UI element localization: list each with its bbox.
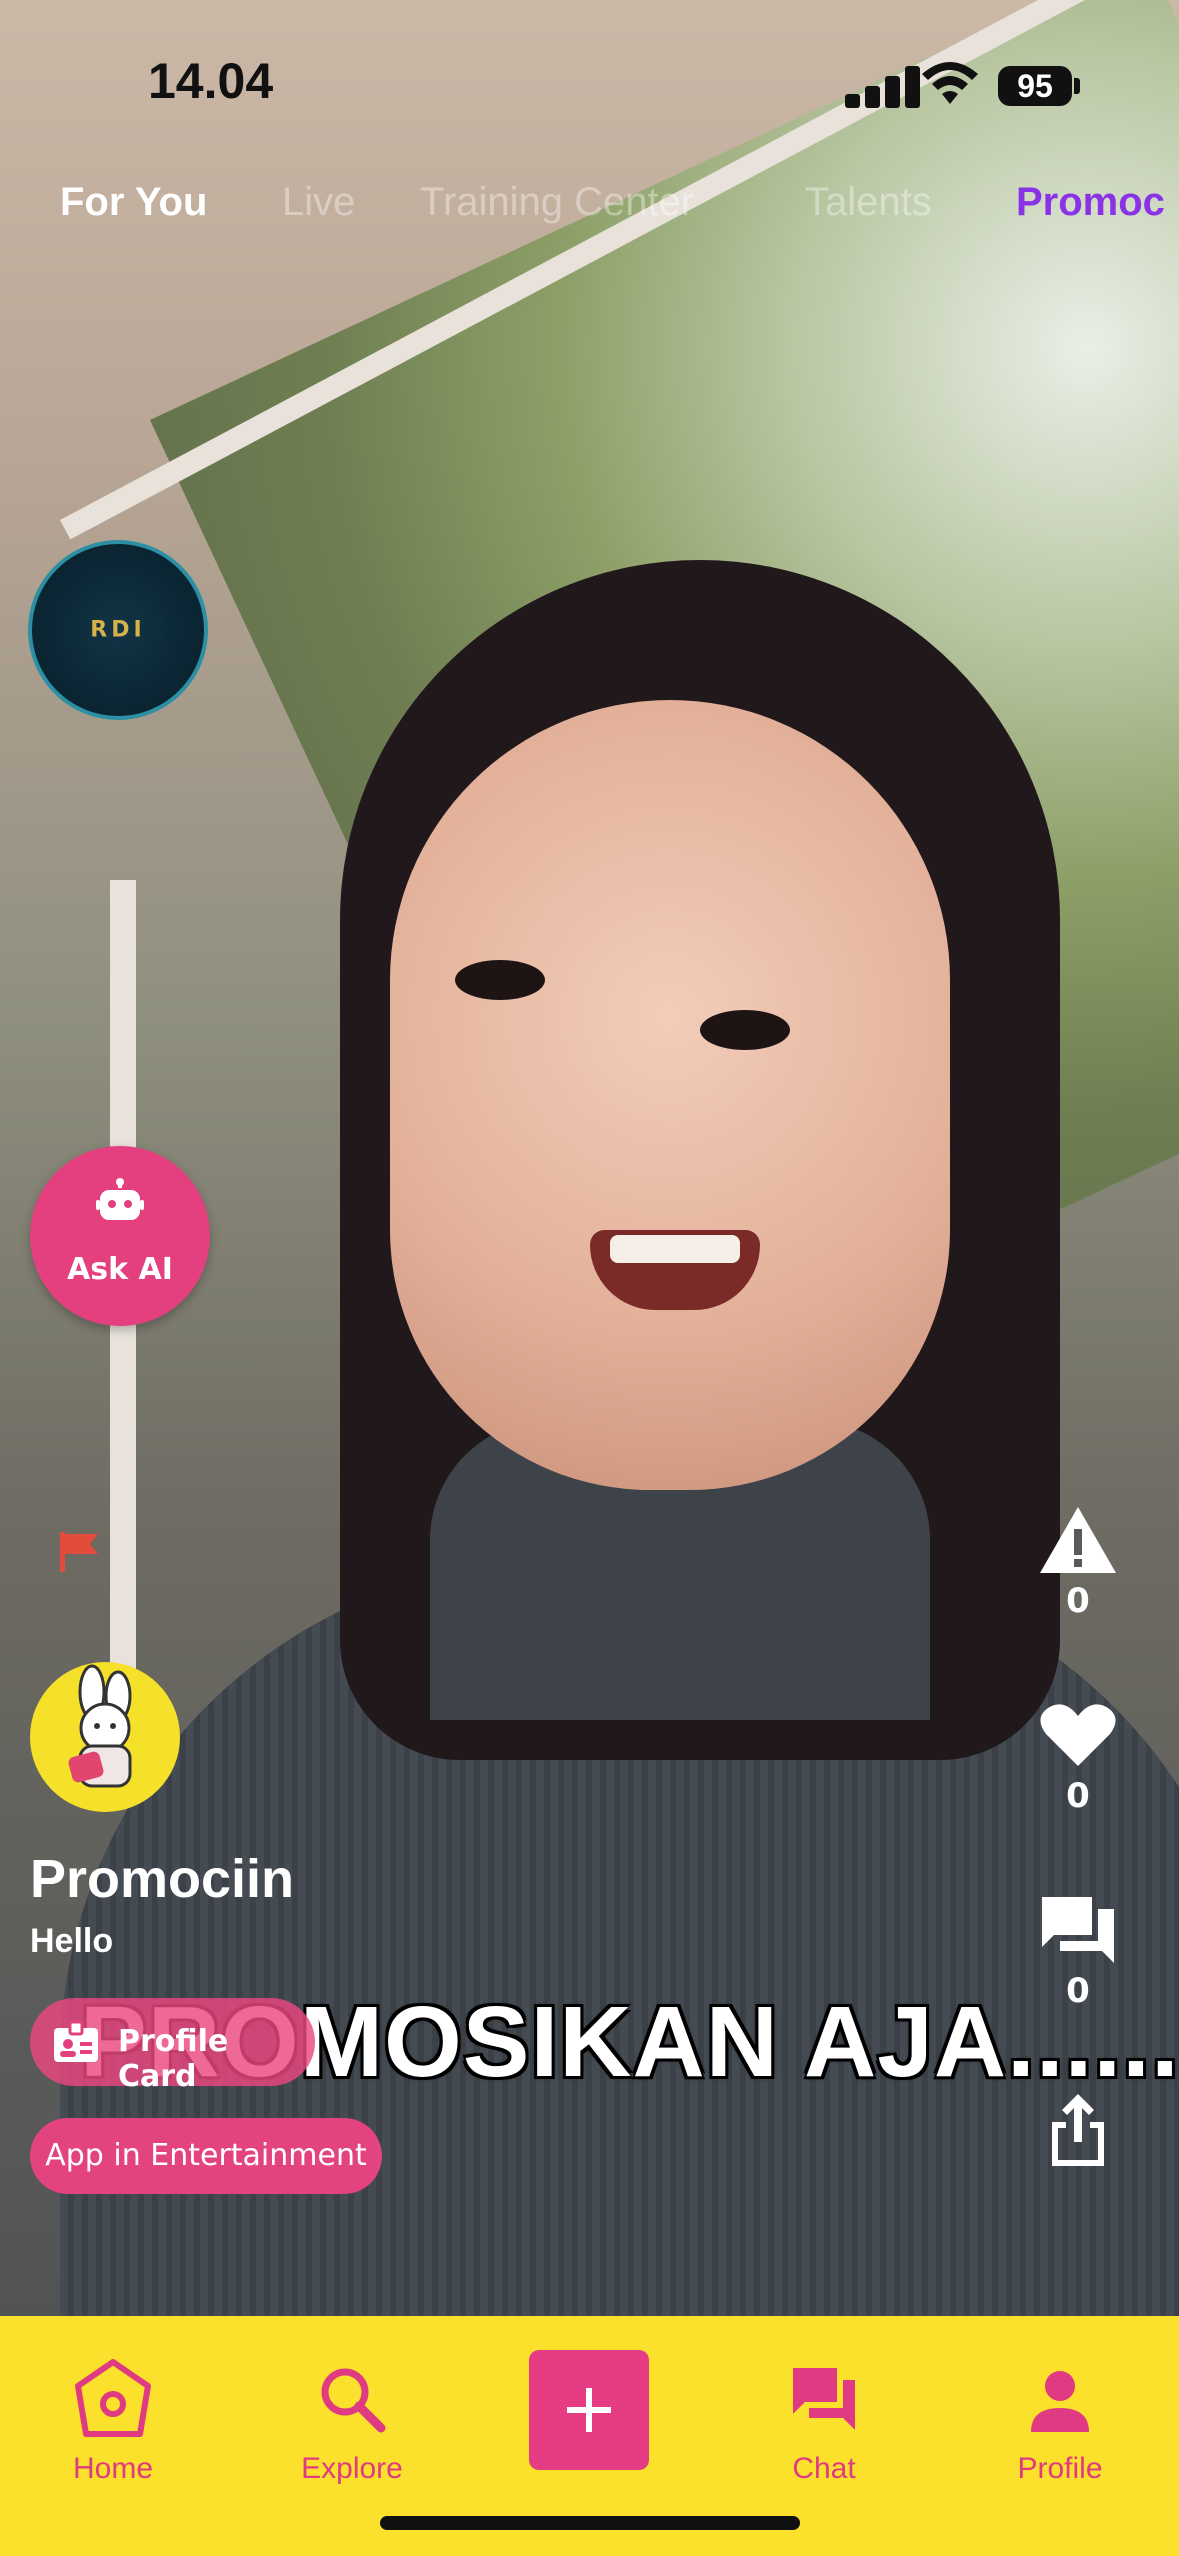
wifi-icon xyxy=(922,62,978,104)
nav-explore-label: Explore xyxy=(301,2452,403,2485)
like-count: 0 xyxy=(1066,1776,1090,1816)
heart-icon xyxy=(1040,1704,1116,1766)
avatar[interactable] xyxy=(30,1662,180,1812)
ask-ai-label: Ask AI xyxy=(67,1252,173,1287)
warning-icon xyxy=(1040,1507,1116,1573)
tab-for-you[interactable]: For You xyxy=(60,180,207,225)
battery-tip xyxy=(1074,78,1080,94)
report-action[interactable]: 0 xyxy=(1038,1505,1118,1621)
person-teeth xyxy=(610,1235,740,1263)
flag-icon[interactable] xyxy=(58,1530,102,1574)
profile-card-label: Profile Card xyxy=(118,2024,229,2094)
share-action[interactable] xyxy=(1038,2090,1118,2174)
nav-home-label: Home xyxy=(72,2452,154,2485)
window-frame-left xyxy=(110,880,136,1780)
person-face xyxy=(390,700,950,1490)
nav-chat[interactable]: Chat xyxy=(744,2356,904,2486)
badge-initials: RDI xyxy=(90,617,146,643)
status-time: 14.04 xyxy=(148,53,274,109)
person-icon xyxy=(1031,2371,1089,2432)
like-action[interactable]: 0 xyxy=(1038,1700,1118,1816)
person-eye-left xyxy=(455,960,545,1000)
tab-promo[interactable]: Promoc xyxy=(1016,180,1165,225)
profile-name[interactable]: Promociin xyxy=(30,1848,294,1910)
video-screen: 14.04 95 For You Live Training Center Ta… xyxy=(0,0,1179,2556)
status-bar: 14.04 95 xyxy=(0,0,1179,170)
chat-icon xyxy=(793,2368,855,2430)
report-count: 0 xyxy=(1066,1581,1090,1621)
rabbit-mascot-icon xyxy=(68,1664,132,1788)
nav-explore[interactable]: Explore xyxy=(272,2356,432,2486)
create-post-button[interactable] xyxy=(529,2350,649,2470)
home-indicator xyxy=(380,2516,800,2530)
category-tag[interactable]: App in Entertainment xyxy=(30,2118,382,2194)
top-tabs: For You Live Training Center Talents Pro… xyxy=(0,180,1179,240)
search-icon xyxy=(321,2368,386,2433)
profile-description: Hello xyxy=(30,1922,114,1960)
id-badge-icon xyxy=(54,2020,98,2062)
nav-profile[interactable]: Profile xyxy=(980,2356,1140,2486)
tab-talents[interactable]: Talents xyxy=(805,180,932,225)
comment-icon xyxy=(1042,1897,1114,1963)
profile-card-button[interactable]: Profile Card xyxy=(30,1998,315,2094)
robot-icon xyxy=(96,1178,144,1220)
person-eye-right xyxy=(700,1010,790,1050)
battery-indicator: 95 xyxy=(998,66,1072,106)
tab-training-center[interactable]: Training Center xyxy=(420,180,694,225)
tab-live[interactable]: Live xyxy=(282,180,355,225)
nav-home[interactable]: Home xyxy=(33,2356,193,2486)
brand-badge-logo[interactable]: RDI xyxy=(28,540,208,720)
home-icon xyxy=(75,2359,151,2437)
share-icon xyxy=(1052,2094,1104,2166)
nav-profile-label: Profile xyxy=(1017,2452,1103,2485)
nav-chat-label: Chat xyxy=(792,2452,856,2485)
ask-ai-button[interactable]: Ask AI xyxy=(30,1146,210,1326)
plus-icon xyxy=(567,2388,611,2432)
